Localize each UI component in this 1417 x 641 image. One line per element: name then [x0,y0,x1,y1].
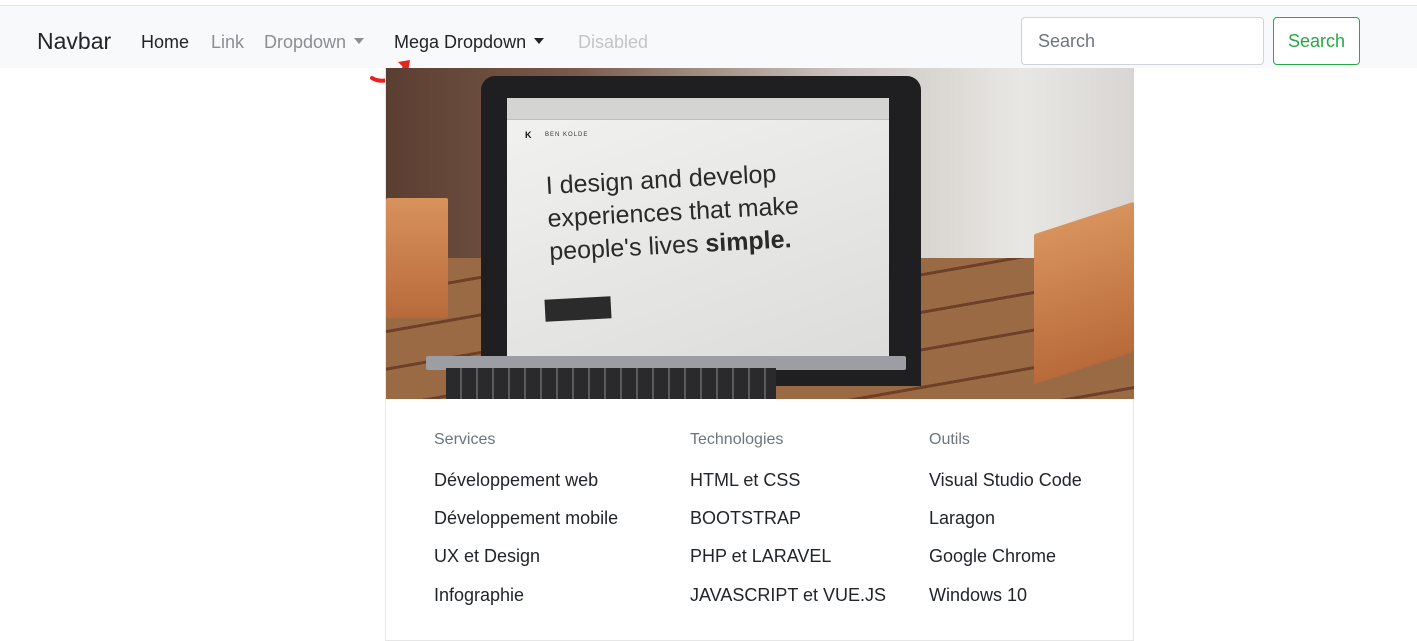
laptop: K BEN KOLDE I design and develop experie… [481,76,921,386]
headline-bold: simple. [704,225,793,258]
menu-item[interactable]: Windows 10 [929,585,1027,606]
site-name: BEN KOLDE [545,132,589,138]
column-title: Technologies [690,431,784,448]
menu-item[interactable]: Infographie [434,585,524,606]
navbar: Navbar Home Link Dropdown Mega Dropdown … [0,6,1417,68]
menu-item[interactable]: UX et Design [434,546,540,567]
nav-link-label: Dropdown [264,32,347,52]
laptop-screen: K BEN KOLDE I design and develop experie… [507,98,889,360]
nav-mega-dropdown[interactable]: Mega Dropdown [394,32,545,53]
menu-item[interactable]: BOOTSTRAP [690,508,801,529]
menu-item[interactable]: Google Chrome [929,546,1056,567]
nav-link-label: Mega Dropdown [394,32,527,52]
menu-item[interactable]: Visual Studio Code [929,470,1082,491]
browser-bar [507,98,889,120]
menu-item[interactable]: Développement web [434,470,598,491]
caret-down-icon [354,38,365,45]
nav-link-disabled: Disabled [578,32,648,53]
menu-item[interactable]: Laragon [929,508,995,529]
nav-link-link[interactable]: Link [211,32,244,53]
column-title: Services [434,431,496,448]
nav-link-label: Home [141,32,190,52]
search-button[interactable]: Search [1273,17,1360,65]
column-title: Outils [929,431,970,448]
nav-link-home[interactable]: Home [141,32,189,53]
nav-dropdown[interactable]: Dropdown [264,32,365,53]
menu-item[interactable]: Développement mobile [434,508,618,529]
nav-link-label: Link [211,32,245,52]
mega-dropdown-menu: K BEN KOLDE I design and develop experie… [385,68,1134,641]
menu-item[interactable]: JAVASCRIPT et VUE.JS [690,585,886,606]
laptop-keyboard [446,368,776,399]
navbar-brand[interactable]: Navbar [37,28,111,55]
wood-block [386,198,448,318]
menu-item[interactable]: PHP et LARAVEL [690,546,831,567]
search-input[interactable] [1021,17,1264,65]
menu-item[interactable]: HTML et CSS [690,470,800,491]
see-work-button-picture [544,296,612,322]
headline-prefix: people's lives [548,229,707,266]
site-logo-icon: K [525,130,532,140]
caret-down-icon [534,38,545,45]
hero-image: K BEN KOLDE I design and develop experie… [386,68,1134,399]
screen-headline: I design and develop experiences that ma… [545,153,870,269]
nav-link-label: Disabled [578,32,649,52]
